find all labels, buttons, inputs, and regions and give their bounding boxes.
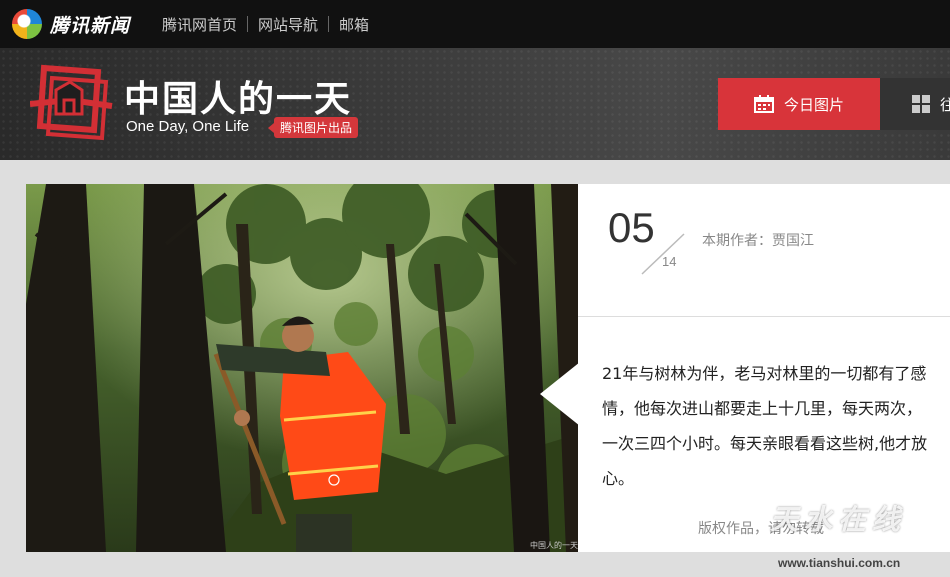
photo-credit: 中国人的一天: [530, 541, 578, 550]
issue-author: 本期作者：贾国江: [702, 233, 814, 249]
feature-photo[interactable]: 中国人的一天: [26, 184, 578, 552]
today-photo-button[interactable]: 今日图片: [718, 78, 880, 130]
brand[interactable]: 腾讯新闻: [12, 9, 130, 39]
page-title: 中国人的一天: [124, 79, 353, 120]
issue-info-card: 05 14 本期作者：贾国江 21年与树林为伴，老马对林里的一切都有了感情，他每…: [540, 184, 950, 552]
watermark-url: www.tianshui.com.cn: [778, 556, 901, 570]
nav-link-home[interactable]: 腾讯网首页: [152, 14, 247, 35]
publisher-badge: 腾讯图片出品: [267, 117, 359, 138]
grid-icon: [912, 95, 930, 113]
card-pointer: [540, 362, 580, 426]
forest-ranger-photo: [26, 184, 578, 552]
nav-link-mail[interactable]: 邮箱: [329, 14, 379, 35]
top-nav: 腾讯网首页 网站导航 邮箱: [152, 14, 379, 35]
past-issues-label: 往: [940, 95, 950, 114]
site-watermark: 天水在线: [770, 503, 907, 536]
brand-name: 腾讯新闻: [50, 14, 131, 37]
issue-month: 14: [662, 254, 677, 269]
tencent-logo-icon: [12, 9, 42, 39]
one-day-logo-icon: [30, 64, 113, 141]
calendar-icon: [753, 95, 774, 113]
page-subtitle: One Day, One Life: [126, 118, 250, 135]
photo-description: 21年与树林为伴，老马对林里的一切都有了感情，他每次进山都要走上十几里，每天两次…: [602, 364, 928, 488]
today-photo-label: 今日图片: [783, 95, 844, 114]
past-issues-button[interactable]: 往: [880, 78, 950, 130]
page-banner: 中国人的一天 One Day, One Life 腾讯图片出品 今日图片 往: [0, 48, 950, 160]
nav-link-site-guide[interactable]: 网站导航: [248, 14, 328, 35]
top-bar: 腾讯新闻 腾讯网首页 网站导航 邮箱: [0, 0, 950, 48]
card-divider: [578, 316, 950, 317]
